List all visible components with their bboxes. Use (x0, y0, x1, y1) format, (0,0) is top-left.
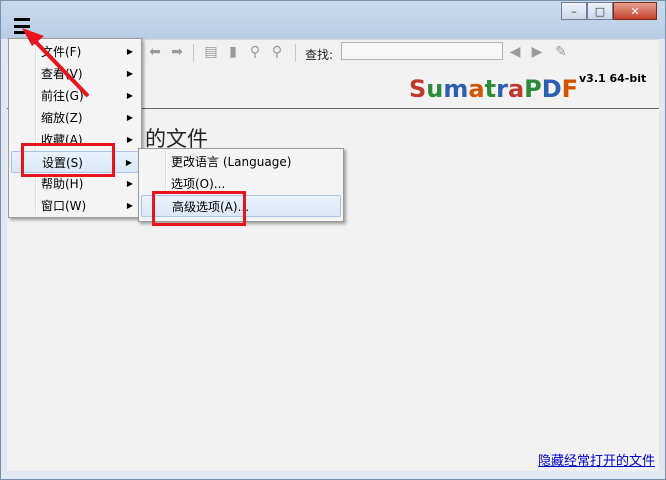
menu-item-change-language[interactable]: 更改语言 (Language) (141, 151, 341, 173)
logo-letter: t (484, 75, 497, 103)
submenu-arrow-icon: ▶ (126, 69, 133, 78)
submenu-arrow-icon: ▶ (126, 179, 133, 188)
menu-item-label: 前往(G) (41, 89, 84, 103)
hide-frequent-files-link[interactable]: 隐藏经常打开的文件 (538, 450, 655, 469)
logo-letter: F (561, 75, 579, 103)
logo-letter: r (496, 75, 508, 103)
title-bar: – □ ✕ (1, 1, 665, 39)
submenu-arrow-icon: ▶ (126, 113, 133, 122)
back-arrow-icon[interactable]: ⬅ (147, 44, 163, 60)
logo-letter: S (409, 75, 427, 103)
find-input[interactable] (341, 42, 503, 60)
forward-arrow-icon[interactable]: ➡ (169, 44, 185, 60)
toolbar-separator (193, 44, 194, 62)
zoom-in-icon[interactable]: ⚲ (269, 44, 285, 60)
submenu-arrow-icon: ▶ (126, 47, 133, 56)
toolbar-separator (295, 44, 296, 62)
window-controls: – □ ✕ (561, 2, 657, 20)
version-label: v3.1 64-bit (579, 72, 647, 85)
menu-item-label: 窗口(W) (41, 199, 87, 213)
menu-item-zoom[interactable]: 缩放(Z) ▶ (11, 107, 139, 129)
minimize-button[interactable]: – (561, 2, 587, 20)
logo-letter: D (541, 75, 562, 103)
annotation-box-advanced (152, 191, 246, 226)
find-next-icon[interactable]: ▶ (529, 44, 545, 60)
zoom-out-icon[interactable]: ⚲ (247, 44, 263, 60)
submenu-arrow-icon: ▶ (126, 201, 133, 210)
menu-item-window[interactable]: 窗口(W) ▶ (11, 195, 139, 217)
menu-item-label: 更改语言 (Language) (171, 155, 292, 169)
logo-letter: a (468, 75, 485, 103)
submenu-arrow-icon: ▶ (126, 135, 133, 144)
fit-page-icon[interactable]: ▤ (203, 44, 219, 60)
logo-letter: u (426, 75, 444, 103)
logo-letter: P (524, 75, 542, 103)
app-logo: SumatraPDF (409, 75, 578, 103)
logo-letter: m (443, 75, 469, 103)
find-label: 查找: (305, 48, 334, 62)
maximize-button[interactable]: □ (587, 2, 613, 20)
close-button[interactable]: ✕ (613, 2, 657, 20)
menu-item-go[interactable]: 前往(G) ▶ (11, 85, 139, 107)
submenu-arrow-icon: ▶ (126, 91, 133, 100)
fit-width-icon[interactable]: ▮ (225, 44, 241, 60)
submenu-arrow-icon: ▶ (125, 158, 132, 167)
match-case-icon[interactable]: ✎ (553, 44, 569, 60)
hamburger-menu-icon[interactable] (11, 16, 33, 36)
menu-item-label: 文件(F) (41, 45, 82, 59)
menu-item-file[interactable]: 文件(F) ▶ (11, 41, 139, 63)
annotation-box-settings (21, 143, 115, 177)
logo-letter: a (507, 75, 525, 103)
menu-item-view[interactable]: 查看(V) ▶ (11, 63, 139, 85)
menu-item-label: 查看(V) (41, 67, 83, 81)
menu-item-label: 缩放(Z) (41, 111, 83, 125)
main-menu: 文件(F) ▶ 查看(V) ▶ 前往(G) ▶ 缩放(Z) ▶ 收藏(A) ▶ 设置(S)… (8, 38, 142, 218)
find-prev-icon[interactable]: ◀ (507, 44, 523, 60)
